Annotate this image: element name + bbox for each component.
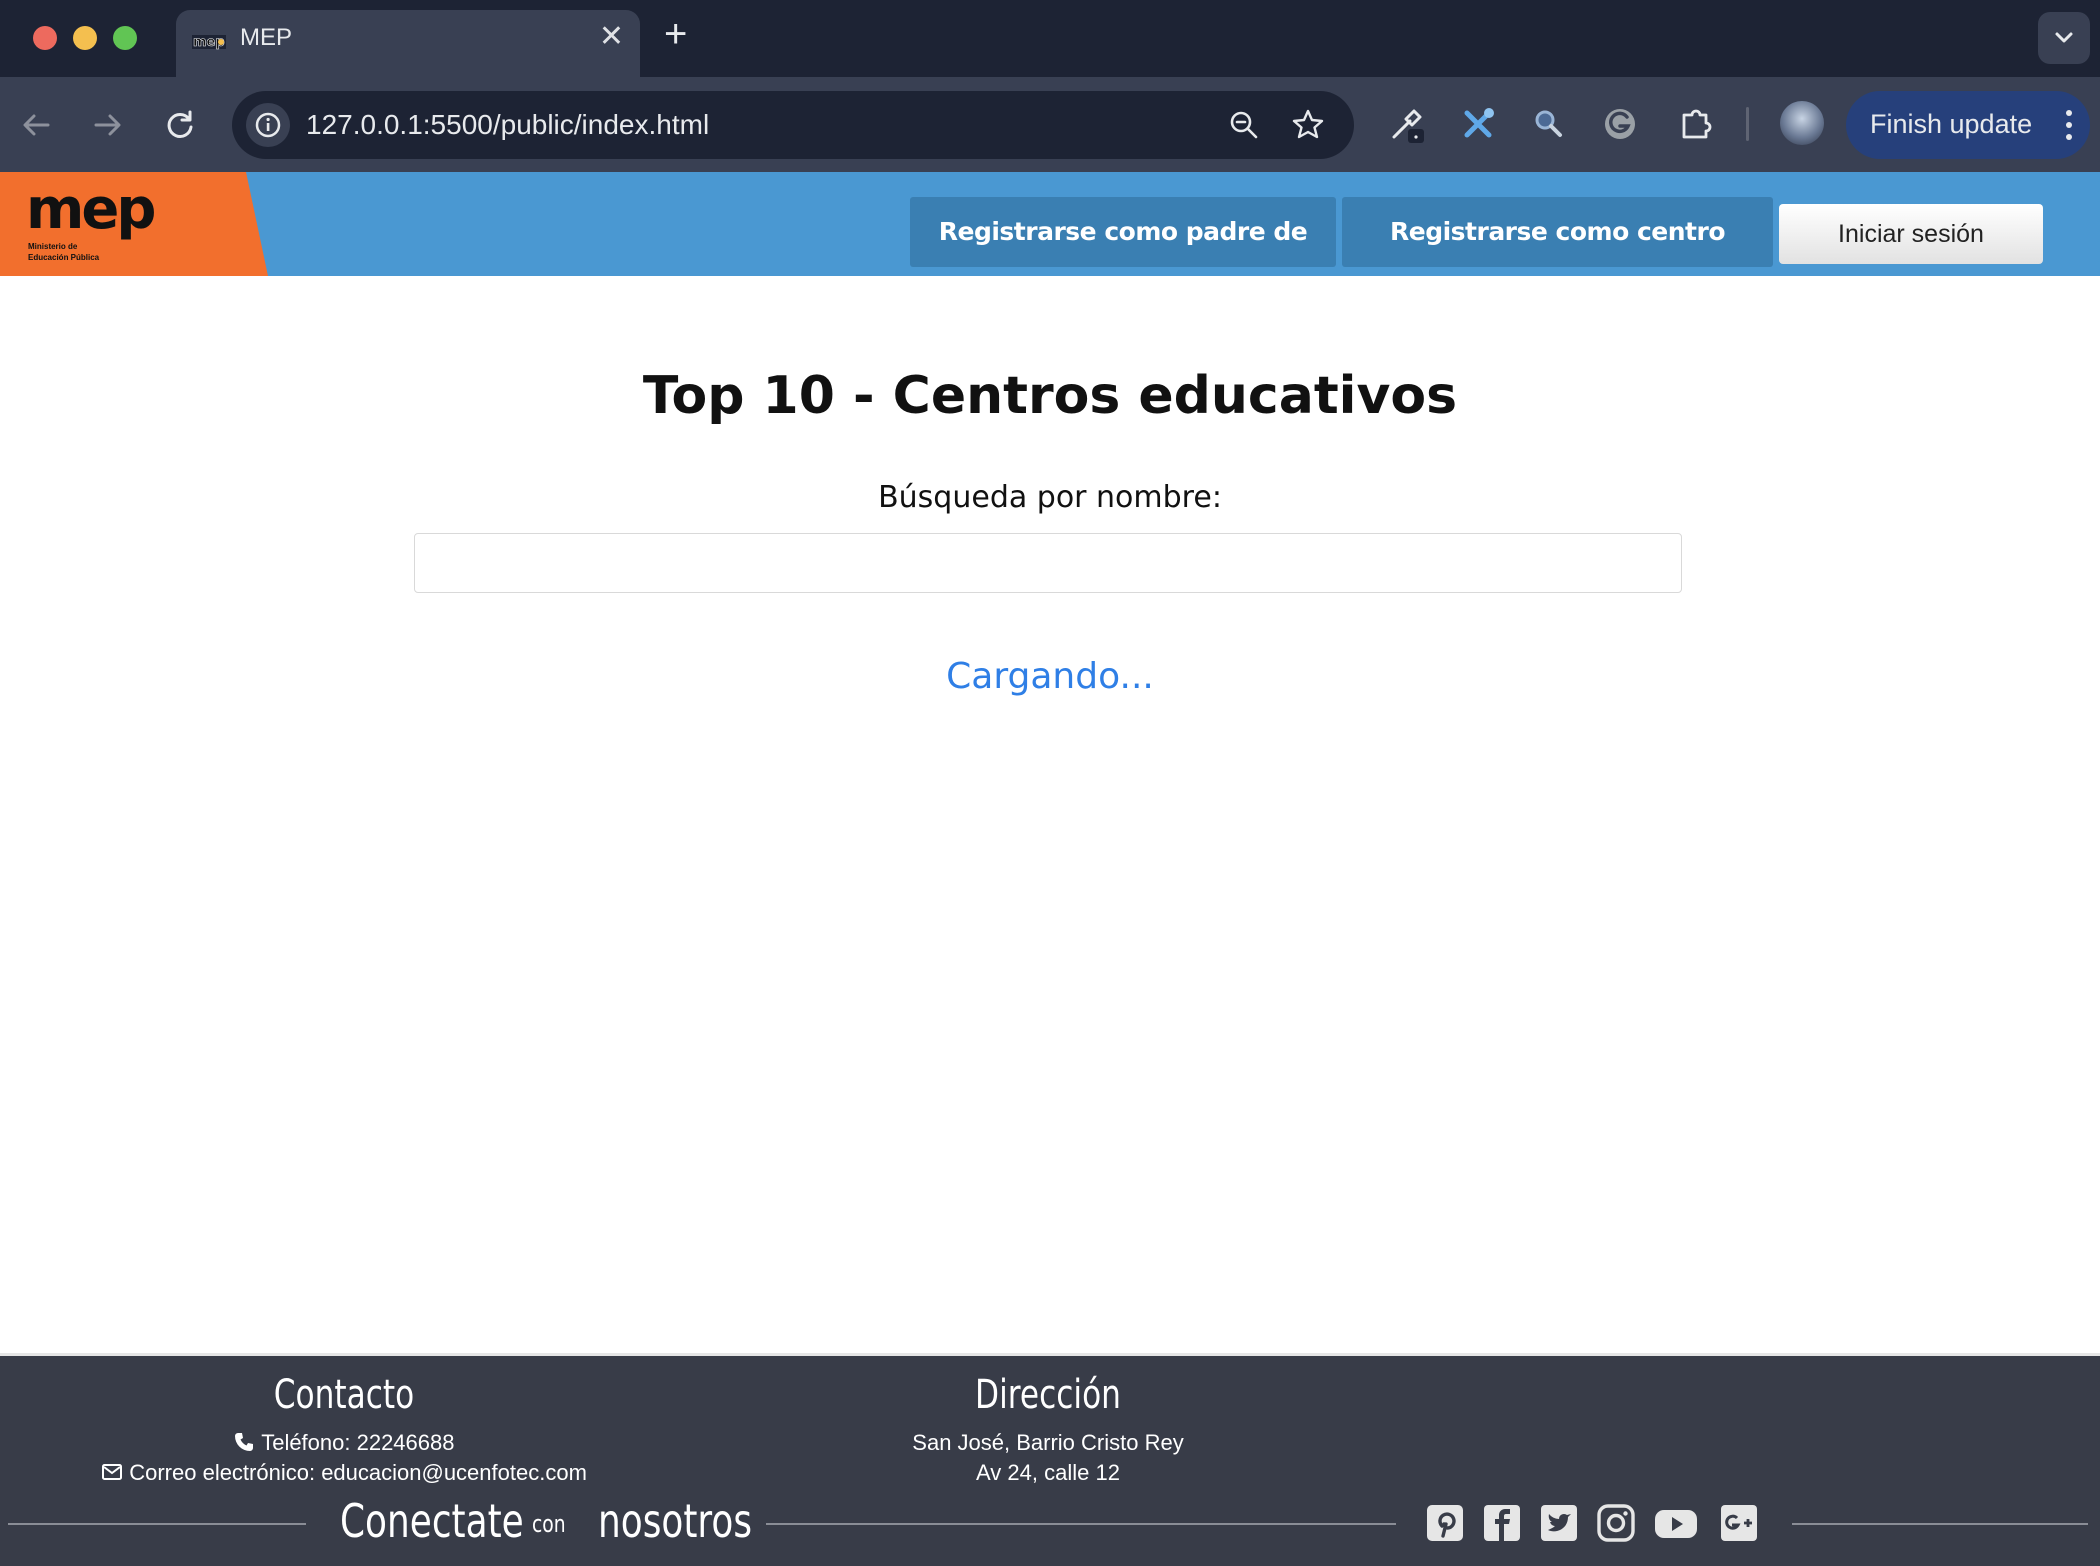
- google-plus-icon[interactable]: [1720, 1504, 1758, 1542]
- mep-favicon: mep: [192, 35, 226, 50]
- connect-word-1: Conectate: [340, 1494, 524, 1548]
- close-window-button[interactable]: [33, 26, 57, 50]
- register-parent-button[interactable]: Registrarse como padre de familia: [910, 197, 1336, 316]
- zoom-icon[interactable]: [1224, 105, 1264, 145]
- site-info-icon[interactable]: [246, 103, 290, 147]
- profile-avatar[interactable]: [1780, 101, 1824, 145]
- minimize-window-button[interactable]: [73, 26, 97, 50]
- contact-phone: Teléfono: 22246688: [40, 1430, 648, 1456]
- footer-rule-right: [1792, 1523, 2088, 1525]
- connect-word-2: con: [532, 1510, 566, 1538]
- contact-email: Correo electrónico: educacion@ucenfotec.…: [40, 1460, 648, 1486]
- bookmark-star-icon[interactable]: [1288, 105, 1328, 145]
- grammarly-extension-icon[interactable]: [1597, 101, 1643, 147]
- twitter-icon[interactable]: [1540, 1504, 1578, 1542]
- extensions-puzzle-icon[interactable]: [1672, 101, 1718, 147]
- logo-subtitle-line1: Ministerio de: [28, 242, 78, 251]
- chevron-down-icon: [2055, 32, 2073, 43]
- footer-rule-middle: [766, 1523, 1396, 1525]
- tools-extension-icon[interactable]: [1455, 101, 1501, 147]
- loading-status: Cargando...: [946, 656, 1154, 697]
- close-tab-icon[interactable]: ✕: [599, 22, 624, 52]
- browser-tab-bar: mep MEP ✕ +: [0, 0, 2100, 77]
- browser-tab[interactable]: mep MEP ✕: [176, 10, 640, 77]
- site-footer: Contacto Teléfono: 22246688 Correo elect…: [0, 1353, 2100, 1566]
- eyedropper-extension-icon[interactable]: [1384, 101, 1430, 147]
- new-tab-button[interactable]: +: [664, 14, 687, 54]
- pinterest-icon[interactable]: [1426, 1504, 1464, 1542]
- url-text[interactable]: 127.0.0.1:5500/public/index.html: [306, 109, 709, 141]
- address-bar[interactable]: 127.0.0.1:5500/public/index.html: [232, 91, 1354, 159]
- back-icon[interactable]: [14, 103, 58, 147]
- phone-icon: [235, 1433, 254, 1451]
- browser-toolbar: 127.0.0.1:5500/public/index.html Finish …: [0, 77, 2100, 172]
- site-header: mep Ministerio de Educación Pública Regi…: [0, 172, 2100, 316]
- tab-search-button[interactable]: [2038, 12, 2090, 64]
- logo-subtitle: Ministerio de Educación Pública: [28, 241, 99, 263]
- toolbar-separator: [1746, 107, 1749, 141]
- logo-wordmark: mep: [26, 177, 156, 242]
- forward-icon[interactable]: [86, 103, 130, 147]
- login-button[interactable]: Iniciar sesión: [1779, 204, 2043, 264]
- search-label: Búsqueda por nombre:: [878, 480, 1222, 515]
- address-line-1: San José, Barrio Cristo Rey: [912, 1430, 1184, 1455]
- reload-icon[interactable]: [158, 103, 202, 147]
- search-input[interactable]: [414, 533, 1682, 593]
- register-school-button[interactable]: Registrarse como centro educativo: [1342, 197, 1773, 316]
- connect-word-3: nosotros: [598, 1494, 753, 1548]
- mep-logo[interactable]: mep Ministerio de Educación Pública: [0, 172, 268, 276]
- envelope-icon: [102, 1464, 123, 1480]
- maximize-window-button[interactable]: [113, 26, 137, 50]
- address-line-2: Av 24, calle 12: [976, 1460, 1120, 1485]
- finish-update-button[interactable]: Finish update: [1846, 91, 2090, 159]
- logo-subtitle-line2: Educación Pública: [28, 253, 100, 262]
- contact-phone-text: Teléfono: 22246688: [261, 1430, 455, 1455]
- kebab-menu-icon[interactable]: [2066, 109, 2072, 141]
- footer-rule-left: [8, 1523, 306, 1525]
- youtube-icon[interactable]: [1654, 1504, 1698, 1542]
- instagram-icon[interactable]: [1597, 1504, 1635, 1542]
- contact-email-text[interactable]: Correo electrónico: educacion@ucenfotec.…: [129, 1460, 587, 1485]
- facebook-icon[interactable]: [1483, 1504, 1521, 1542]
- address-heading: Dirección: [975, 1372, 1121, 1418]
- page-title: Top 10 - Centros educativos: [642, 366, 1458, 426]
- contact-heading: Contacto: [273, 1372, 415, 1418]
- tab-title: MEP: [240, 24, 293, 51]
- finish-update-label: Finish update: [1870, 109, 2033, 139]
- search-extension-icon[interactable]: [1526, 101, 1572, 147]
